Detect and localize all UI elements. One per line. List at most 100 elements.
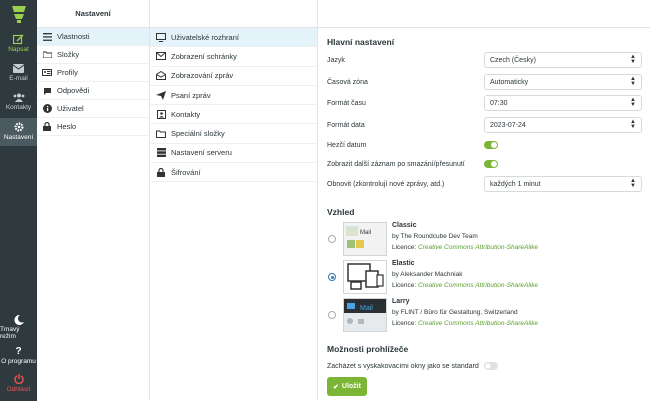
nav-mail[interactable]: E-mail: [0, 61, 37, 87]
nav-logout[interactable]: Odhlásit: [0, 372, 37, 398]
section-special-folders[interactable]: Speciální složky: [150, 124, 317, 144]
sections-list: Uživatelské rozhraní Zobrazení schránky …: [150, 0, 318, 401]
timezone-label: Časová zóna: [327, 78, 368, 86]
settings-item-user[interactable]: Uživatel: [37, 100, 149, 118]
paper-plane-icon: [156, 90, 166, 100]
settings-item-password[interactable]: Heslo: [37, 118, 149, 136]
date-format-label: Formát data: [327, 121, 365, 129]
nav-settings-label: Nastavení: [3, 134, 34, 141]
licence-link[interactable]: Creative Commons Attribution-ShareAlike: [418, 244, 538, 251]
section-label: Nastavení serveru: [171, 148, 232, 158]
licence-link[interactable]: Creative Commons Attribution-ShareAlike: [418, 320, 538, 327]
language-value: Czech (Česky): [490, 56, 536, 64]
section-user-interface[interactable]: Uživatelské rozhraní: [150, 28, 317, 48]
skin-larry-author: by FLINT / Büro für Gestaltung, Switzerl…: [392, 309, 518, 316]
settings-menu: Nastavení Vlastnosti Složky Profily Odpo…: [37, 0, 150, 401]
skin-elastic-licence: Licence: Creative Commons Attribution-Sh…: [392, 282, 538, 289]
select-arrows-icon: ▲ ▼: [630, 97, 636, 108]
nav-compose[interactable]: Napsat: [0, 32, 37, 58]
time-format-select[interactable]: 07:30 ▲ ▼: [484, 95, 642, 111]
sections-header: [150, 0, 317, 28]
section-label: Uživatelské rozhraní: [171, 32, 239, 42]
timezone-value: Automaticky: [490, 78, 529, 86]
licence-link[interactable]: Creative Commons Attribution-ShareAlike: [418, 282, 538, 289]
section-composing[interactable]: Psaní zpráv: [150, 86, 317, 106]
skin-elastic[interactable]: Elastic by Aleksander Machniak Licence: …: [327, 260, 643, 300]
nav-darkmode-label: Tmavý režim: [0, 326, 20, 340]
content-header: [318, 0, 650, 28]
main-settings-heading: Hlavní nastavení: [327, 37, 395, 47]
question-icon: ?: [15, 345, 22, 357]
settings-item-folders[interactable]: Složky: [37, 46, 149, 64]
compose-icon: [13, 32, 24, 46]
nav-about[interactable]: ? O programu: [0, 344, 37, 370]
save-label: Uložit: [341, 383, 361, 390]
section-contacts[interactable]: Kontakty: [150, 105, 317, 125]
section-label: Psaní zpráv: [171, 90, 211, 100]
svg-text:Mail: Mail: [360, 305, 373, 312]
browser-options-heading: Možnosti prohlížeče: [327, 344, 409, 354]
settings-item-label: Odpovědi: [57, 86, 90, 95]
svg-text:Mail: Mail: [360, 230, 371, 236]
settings-item-label: Vlastnosti: [57, 32, 90, 41]
section-label: Zobrazení schránky: [171, 51, 237, 61]
skin-classic-name: Classic: [392, 222, 417, 229]
contacts-icon: [13, 90, 25, 104]
appearance-heading: Vzhled: [327, 207, 355, 217]
settings-item-identities[interactable]: Profily: [37, 64, 149, 82]
skin-classic-author: by The Roundcube Dev Team: [392, 233, 478, 240]
section-label: Zobrazování zpráv: [171, 71, 234, 81]
skin-elastic-thumbnail: [343, 260, 387, 294]
skin-elastic-radio[interactable]: [328, 273, 336, 281]
pretty-date-toggle[interactable]: [484, 141, 498, 149]
time-format-label: Formát času: [327, 99, 366, 107]
envelope-outline-icon: [156, 52, 166, 61]
refresh-select[interactable]: každých 1 minut ▲ ▼: [484, 176, 642, 192]
nav-compose-label: Napsat: [8, 46, 29, 53]
info-icon: [42, 104, 52, 113]
lock-icon: [42, 122, 52, 131]
nav-logout-label: Odhlásit: [6, 386, 31, 393]
section-displaying-messages[interactable]: Zobrazování zpráv: [150, 67, 317, 86]
display-next-label: Zobrazit další záznam po smazání/přesunu…: [327, 160, 465, 168]
licence-label: Licence:: [392, 244, 417, 251]
nav-darkmode[interactable]: Tmavý režim: [0, 314, 37, 340]
select-arrows-icon: ▲ ▼: [630, 76, 636, 87]
nav-settings[interactable]: Nastavení: [0, 118, 37, 146]
skin-classic[interactable]: Mail Classic by The Roundcube Dev Team L…: [327, 222, 643, 262]
main-navigation: Napsat E-mail Kontakty Nastavení Tmavý r…: [0, 0, 37, 401]
folder-outline-icon: [156, 130, 166, 138]
refresh-value: každých 1 minut: [490, 180, 541, 188]
refresh-label: Obnovit (zkontrolují nové zprávy, atd.): [327, 180, 445, 188]
gear-icon: [13, 120, 24, 134]
skin-larry[interactable]: Mail Larry by FLINT / Büro für Gestaltun…: [327, 298, 643, 338]
logo: [0, 4, 37, 26]
server-icon: [156, 148, 166, 158]
section-mailbox-view[interactable]: Zobrazení schránky: [150, 47, 317, 67]
section-server-settings[interactable]: Nastavení serveru: [150, 144, 317, 164]
popup-toggle[interactable]: [484, 362, 498, 370]
display-next-toggle[interactable]: [484, 160, 498, 168]
section-encryption[interactable]: Šifrování: [150, 163, 317, 183]
licence-label: Licence:: [392, 282, 417, 289]
language-select[interactable]: Czech (Česky) ▲ ▼: [484, 52, 642, 68]
select-arrows-icon: ▲ ▼: [630, 119, 636, 130]
save-button[interactable]: ✔ Uložit: [327, 377, 367, 396]
skin-larry-licence: Licence: Creative Commons Attribution-Sh…: [392, 320, 538, 327]
skin-larry-radio[interactable]: [328, 311, 336, 319]
check-icon: ✔: [333, 383, 339, 391]
popup-label: Zacházet s vyskakovacími okny jako se st…: [327, 362, 479, 370]
envelope-icon: [13, 61, 24, 75]
nav-contacts[interactable]: Kontakty: [0, 90, 37, 116]
settings-item-responses[interactable]: Odpovědi: [37, 82, 149, 100]
date-format-select[interactable]: 2023-07-24 ▲ ▼: [484, 117, 642, 133]
time-format-value: 07:30: [490, 99, 508, 107]
select-arrows-icon: ▲ ▼: [630, 54, 636, 65]
settings-content: Hlavní nastavení Jazyk Czech (Česky) ▲ ▼ …: [318, 0, 650, 401]
nav-contacts-label: Kontakty: [5, 104, 32, 111]
timezone-select[interactable]: Automaticky ▲ ▼: [484, 74, 642, 90]
skin-classic-radio[interactable]: [328, 235, 336, 243]
settings-item-preferences[interactable]: Vlastnosti: [37, 28, 149, 46]
skin-classic-licence: Licence: Creative Commons Attribution-Sh…: [392, 244, 538, 251]
language-label: Jazyk: [327, 56, 345, 64]
